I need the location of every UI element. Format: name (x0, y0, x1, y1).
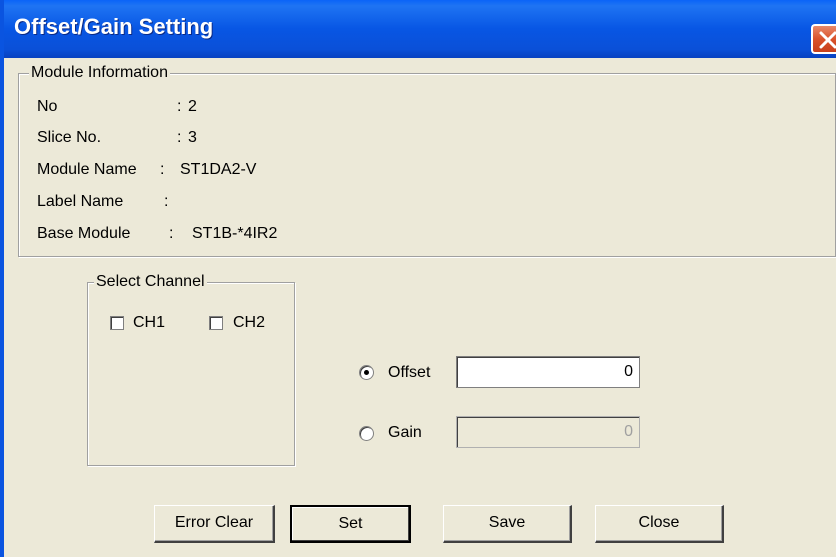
slice-no-label: Slice No. (37, 129, 102, 146)
base-module-value: ST1B-*4IR2 (192, 225, 278, 242)
ch2-label[interactable]: CH2 (233, 314, 265, 332)
select-channel-legend: Select Channel (94, 273, 207, 291)
gain-input: 0 (456, 416, 640, 448)
module-information-legend: Module Information (29, 64, 170, 82)
base-module-separator: : (169, 225, 174, 242)
window-title: Offset/Gain Setting (14, 14, 214, 39)
no-separator: : (177, 98, 182, 115)
set-button[interactable]: Set (290, 505, 411, 543)
slice-no-value: 3 (188, 129, 197, 146)
no-value: 2 (188, 98, 197, 115)
close-icon (819, 31, 836, 49)
offset-input[interactable]: 0 (456, 356, 640, 388)
ch1-label[interactable]: CH1 (133, 314, 165, 332)
module-information-group: Module Information (18, 64, 836, 257)
close-button[interactable]: Close (595, 505, 724, 543)
gain-label[interactable]: Gain (388, 424, 422, 442)
module-name-separator: : (160, 161, 165, 178)
radio-selected-dot (364, 370, 369, 375)
no-label: No (37, 98, 58, 115)
slice-no-separator: : (177, 129, 182, 146)
module-name-value: ST1DA2-V (180, 161, 257, 178)
error-clear-button[interactable]: Error Clear (154, 505, 275, 543)
label-name-separator: : (164, 193, 169, 210)
label-name-label: Label Name (37, 193, 124, 210)
gain-radio[interactable] (359, 426, 374, 441)
module-name-label: Module Name (37, 161, 137, 178)
close-window-button[interactable] (811, 24, 836, 54)
save-button[interactable]: Save (443, 505, 572, 543)
ch1-checkbox[interactable] (110, 316, 124, 330)
offset-gain-dialog: Offset/Gain Setting Module Information N… (0, 0, 836, 557)
base-module-label: Base Module (37, 225, 131, 242)
offset-radio[interactable] (359, 365, 374, 380)
select-channel-group: Select Channel (87, 273, 295, 466)
offset-label[interactable]: Offset (388, 364, 430, 382)
ch2-checkbox[interactable] (209, 316, 223, 330)
title-bar[interactable]: Offset/Gain Setting (4, 0, 836, 58)
